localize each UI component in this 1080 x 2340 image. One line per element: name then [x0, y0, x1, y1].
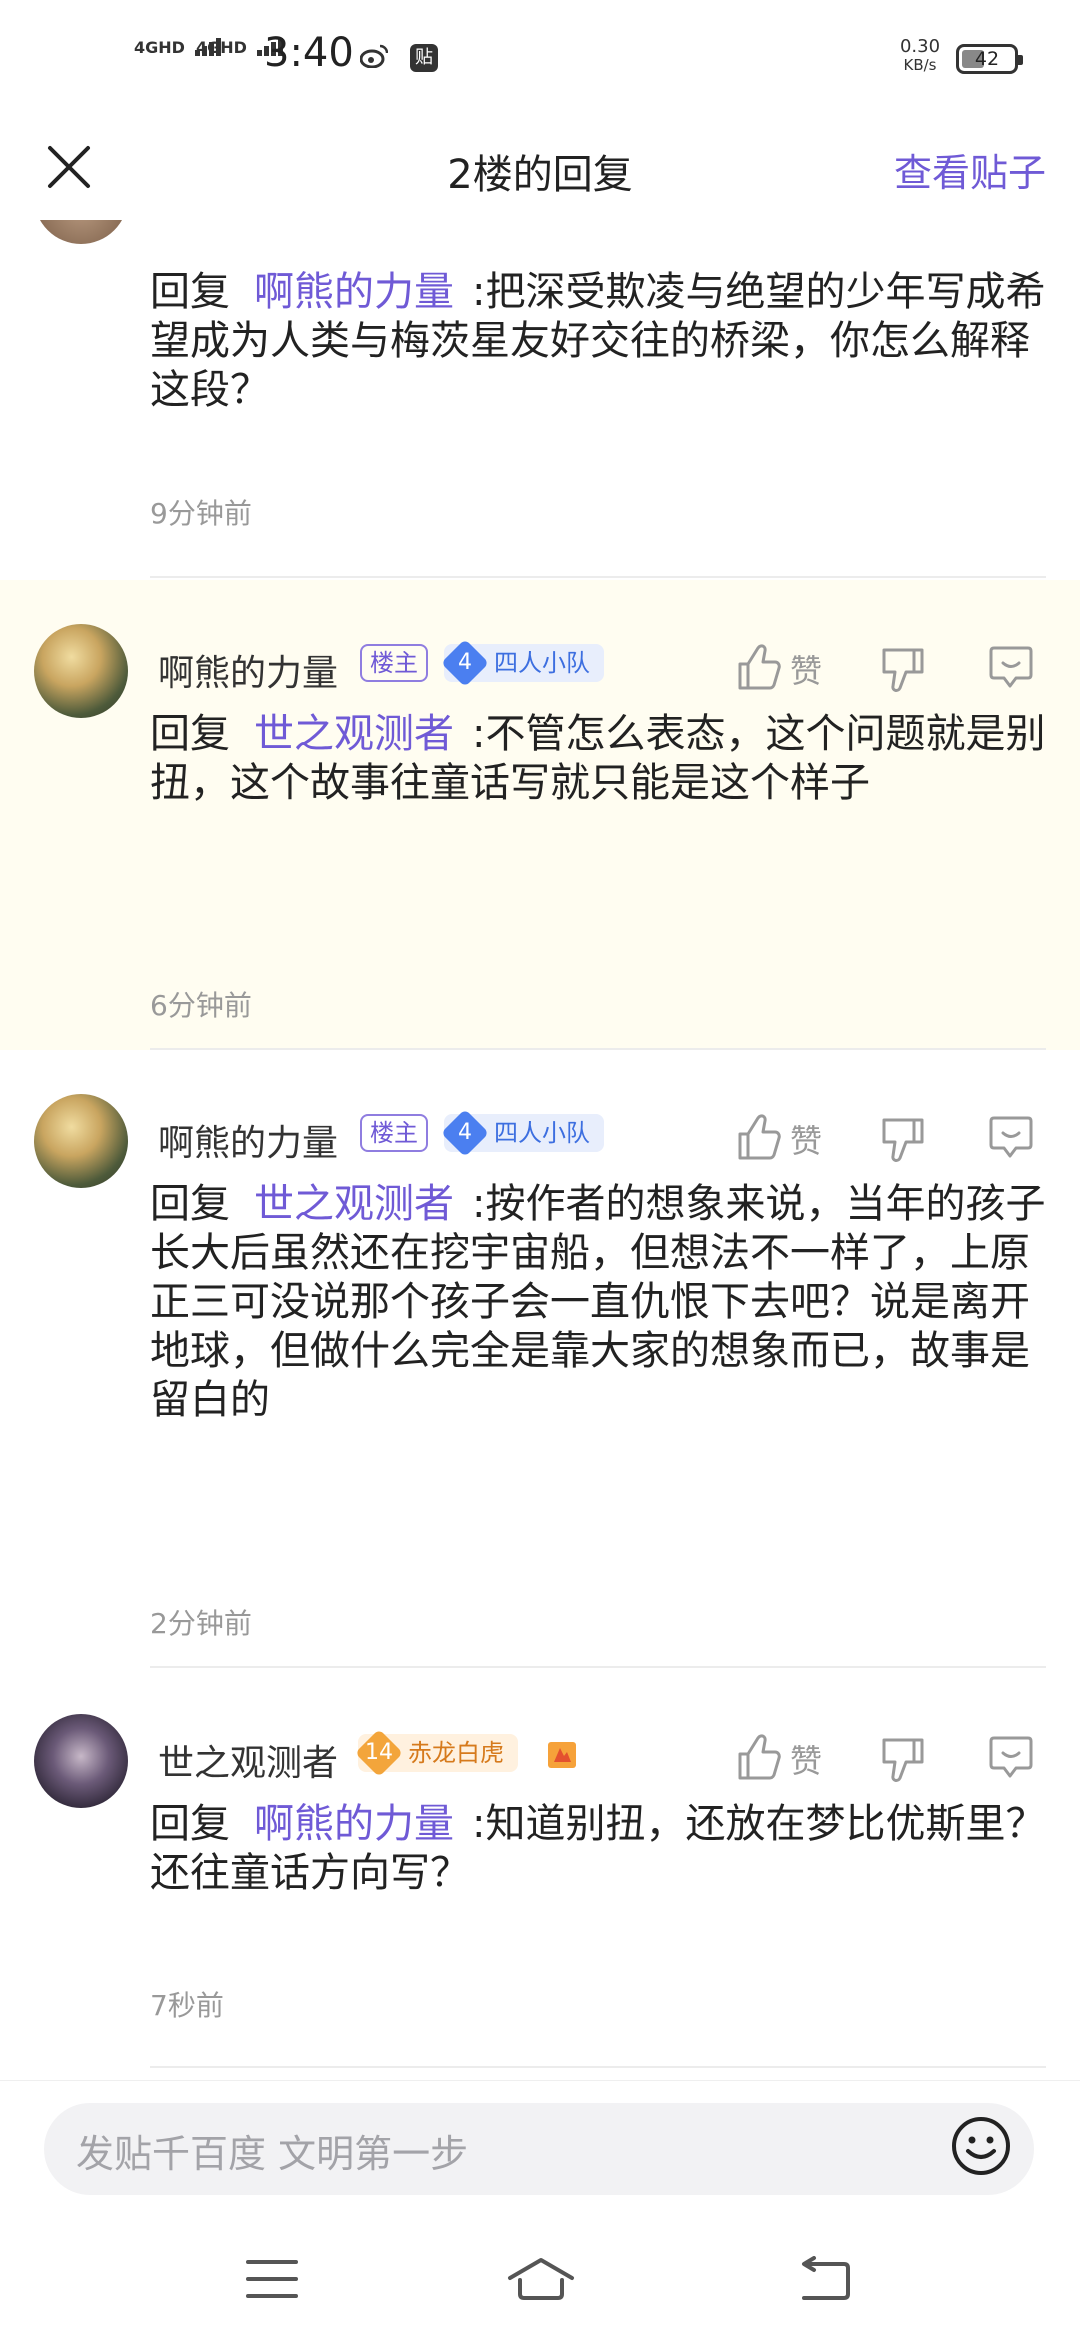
reply-prefix: 回复 [150, 711, 230, 757]
divider [150, 576, 1046, 578]
avatar[interactable] [34, 1094, 128, 1188]
reply-input[interactable]: 发贴千百度 文明第一步 [44, 2103, 1034, 2195]
sim1-label: 4GHD [134, 38, 185, 57]
view-post-button[interactable]: 查看贴子 [894, 142, 1046, 197]
status-time: 3:40 [264, 30, 354, 76]
divider [150, 2066, 1046, 2068]
level-number: 4 [458, 1120, 472, 1145]
avatar[interactable] [34, 624, 128, 718]
battery-level: 42 [974, 48, 1000, 70]
thumbs-down-icon[interactable] [880, 1116, 926, 1166]
comment-text: 回复 世之观测者:不管怎么表态，这个问题就是别扭，这个故事往童话写就只能是这个样子 [150, 710, 1046, 808]
comment-bubble-icon[interactable] [988, 644, 1034, 694]
input-placeholder: 发贴千百度 文明第一步 [76, 2132, 469, 2176]
comment-item: 啊熊的力量 楼主 4 四人小队 赞 回复 世之观测者:不管怎么表态，这个问题就是别… [0, 580, 1080, 1050]
comment-text: 回复 世之观测者:按作者的想象来说，当年的孩子长大后虽然还在挖宇宙船，但想法不一样… [150, 1180, 1046, 1425]
reply-target-link[interactable]: 啊熊的力量 [254, 269, 454, 315]
like-label[interactable]: 赞 [790, 1736, 822, 1782]
sim2-label: 4GHD [196, 38, 247, 57]
comment-bubble-icon[interactable] [988, 1734, 1034, 1784]
comment-text: 回复 啊熊的力量:把深受欺凌与绝望的少年写成希望成为人类与梅茨星友好交往的桥梁，你… [150, 268, 1046, 415]
level-title: 四人小队 [494, 649, 590, 677]
tieba-notification-icon: 贴 [410, 44, 438, 72]
menu-icon[interactable] [242, 2256, 302, 2302]
back-icon[interactable] [794, 2256, 854, 2302]
weibo-icon [360, 44, 388, 68]
level-title: 四人小队 [494, 1119, 590, 1147]
comment-time: 9分钟前 [150, 497, 252, 530]
username[interactable]: 啊熊的力量 [158, 644, 338, 696]
thumbs-up-icon[interactable] [736, 642, 782, 692]
top-bar: 2楼的回复 查看贴子 [0, 120, 1080, 220]
reply-target-link[interactable]: 啊熊的力量 [254, 1801, 454, 1847]
divider [150, 1666, 1046, 1668]
battery-icon: 42 [956, 44, 1023, 74]
reply-prefix: 回复 [150, 1801, 230, 1847]
comment-time: 7秒前 [150, 1989, 224, 2022]
reply-prefix: 回复 [150, 269, 230, 315]
avatar[interactable] [34, 1714, 128, 1808]
system-nav-bar [0, 2210, 1080, 2340]
comment-text: 回复 啊熊的力量:知道别扭，还放在梦比优斯里？还往童话方向写？ [150, 1800, 1046, 1898]
level-number: 14 [365, 1740, 393, 1765]
reply-target-link[interactable]: 世之观测者 [254, 1181, 454, 1227]
avatar[interactable] [34, 220, 128, 244]
level-badge: 14 赤龙白虎 [354, 1728, 518, 1778]
owner-badge: 楼主 [360, 644, 428, 682]
reply-prefix: 回复 [150, 1181, 230, 1227]
comment-item: 啊熊的力量 楼主 4 四人小队 赞 回复 世之观测者:按作者的想象来说，当年的孩子… [0, 1050, 1080, 1670]
comment-item: 回复 啊熊的力量:把深受欺凌与绝望的少年写成希望成为人类与梅茨星友好交往的桥梁，你… [0, 220, 1080, 580]
level-badge: 4 四人小队 [440, 1108, 604, 1158]
like-label[interactable]: 赞 [790, 646, 822, 692]
thumbs-down-icon[interactable] [880, 646, 926, 696]
owner-badge: 楼主 [360, 1114, 428, 1152]
username[interactable]: 世之观测者 [158, 1734, 338, 1786]
speed-value: 0.30 [899, 36, 941, 57]
level-title: 赤龙白虎 [408, 1739, 504, 1767]
reply-input-bar: 发贴千百度 文明第一步 [0, 2080, 1080, 2211]
emoji-icon[interactable] [950, 2115, 1012, 2177]
comment-time: 2分钟前 [150, 1607, 252, 1640]
reply-target-link[interactable]: 世之观测者 [254, 711, 454, 757]
thumbs-down-icon[interactable] [880, 1736, 926, 1786]
member-badge-icon [548, 1742, 576, 1768]
thumbs-up-icon[interactable] [736, 1732, 782, 1782]
speed-unit: KB/s [903, 56, 937, 74]
home-icon[interactable] [506, 2256, 576, 2302]
comment-bubble-icon[interactable] [988, 1114, 1034, 1164]
level-number: 4 [458, 650, 472, 675]
network-speed: 0.30 KB/s [890, 36, 950, 75]
thumbs-up-icon[interactable] [736, 1112, 782, 1162]
status-bar: 4GHD 4GHD 3:40 贴 0.30 KB/s 42 [0, 0, 1080, 120]
username[interactable]: 啊熊的力量 [158, 1114, 338, 1166]
like-label[interactable]: 赞 [790, 1116, 822, 1162]
comment-time: 6分钟前 [150, 989, 252, 1022]
comment-item: 世之观测者 14 赤龙白虎 赞 回复 啊熊的力量:知道别扭，还放在梦比优斯里？还往… [0, 1670, 1080, 2070]
level-badge: 4 四人小队 [440, 638, 604, 688]
